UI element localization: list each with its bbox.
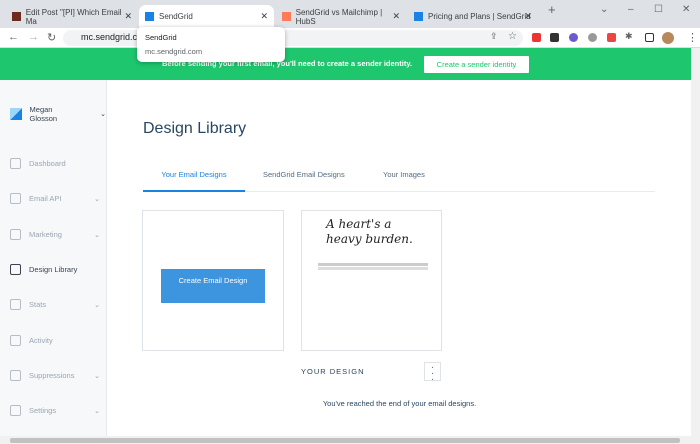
- sidebar-item-email-api[interactable]: Email API ⌄: [10, 193, 100, 204]
- megaphone-icon: [10, 229, 21, 240]
- close-tab-icon[interactable]: ✕: [392, 11, 400, 22]
- back-icon[interactable]: ←: [8, 31, 19, 43]
- nav-label: Settings: [29, 406, 57, 415]
- extension-icon[interactable]: [532, 33, 541, 42]
- nav-label: Stats: [29, 300, 47, 309]
- browser-tab[interactable]: SendGrid vs Mailchimp | HubS ✕: [276, 5, 406, 28]
- design-name: YOUR DESIGN: [301, 367, 365, 376]
- tab-title: SendGrid: [159, 12, 193, 21]
- bookmark-star-icon[interactable]: ☆: [508, 31, 517, 42]
- tab-sendgrid-email-designs[interactable]: SendGrid Email Designs: [263, 170, 345, 179]
- new-tab-icon[interactable]: +: [548, 2, 556, 17]
- menu-kebab-icon[interactable]: ⋮: [687, 31, 698, 44]
- sidebar-item-settings[interactable]: Settings ⌄: [10, 405, 100, 416]
- hover-card-url: mc.sendgrid.com: [145, 47, 203, 56]
- chevron-down-icon: ⌄: [94, 195, 100, 203]
- create-email-design-button[interactable]: Create Email Design: [161, 269, 265, 303]
- nav-label: Marketing: [29, 230, 62, 239]
- browser-tab-active[interactable]: SendGrid ✕: [139, 5, 274, 28]
- tab-title: SendGrid vs Mailchimp | HubS: [295, 7, 383, 26]
- main-content: Design Library Your Email Designs SendGr…: [108, 80, 691, 436]
- extension-icon[interactable]: [569, 33, 578, 42]
- nav-label: Activity: [29, 336, 53, 345]
- vertical-scrollbar[interactable]: [691, 48, 700, 436]
- sendgrid-favicon-icon: [414, 12, 423, 21]
- reload-icon[interactable]: ↻: [47, 31, 56, 44]
- design-tabs: Your Email Designs SendGrid Email Design…: [143, 162, 655, 192]
- tab-title: Edit Post "[PI] Which Email Ma: [25, 7, 122, 26]
- puzzle-extensions-icon[interactable]: ✱: [625, 31, 633, 42]
- browser-tab[interactable]: Edit Post "[PI] Which Email Ma ✕: [6, 5, 138, 28]
- close-tab-icon[interactable]: ✕: [124, 11, 132, 22]
- tab-your-email-designs[interactable]: Your Email Designs: [143, 170, 245, 192]
- create-sender-identity-button[interactable]: Create a sender identity: [424, 56, 529, 73]
- nav-label: Email API: [29, 194, 62, 203]
- design-thumbnail[interactable]: A heart's a heavy burden.: [301, 210, 442, 351]
- extension-icon[interactable]: [607, 33, 616, 42]
- stats-icon: [10, 299, 21, 310]
- suppressions-icon: [10, 370, 21, 381]
- page-title: Design Library: [143, 120, 247, 137]
- sidebar: Megan Glosson ⌄ Dashboard Email API ⌄ Mark…: [0, 80, 107, 436]
- chevron-down-icon: ⌄: [94, 301, 100, 309]
- tab-search-icon[interactable]: ⌄: [600, 4, 608, 15]
- tab-title: Pricing and Plans | SendGrid: [428, 12, 531, 21]
- minimize-icon[interactable]: –: [628, 4, 634, 15]
- address-bar[interactable]: mc.sendgrid.com: [63, 30, 523, 46]
- tab-your-images[interactable]: Your Images: [383, 170, 425, 179]
- end-of-list-message: You've reached the end of your email des…: [322, 399, 477, 408]
- design-preview-text: A heart's a heavy burden.: [326, 217, 413, 246]
- tab-bar: Edit Post "[PI] Which Email Ma ✕ SendGrid…: [0, 0, 700, 28]
- extension-icon[interactable]: [550, 33, 559, 42]
- chevron-down-icon: ⌄: [94, 372, 100, 380]
- horizontal-scrollbar[interactable]: [0, 436, 700, 444]
- settings-icon: [10, 405, 21, 416]
- sendgrid-favicon-icon: [145, 12, 154, 21]
- dashboard-icon: [10, 158, 21, 169]
- activity-icon: [10, 335, 21, 346]
- chevron-down-icon: ⌄: [100, 111, 106, 118]
- maximize-icon[interactable]: ☐: [654, 4, 663, 15]
- nav-label: Suppressions: [29, 371, 75, 380]
- profile-avatar[interactable]: [662, 32, 674, 44]
- create-design-card: Create Email Design: [142, 210, 284, 351]
- sidebar-item-suppressions[interactable]: Suppressions ⌄: [10, 370, 100, 381]
- sidebar-item-activity[interactable]: Activity: [10, 335, 100, 346]
- scrollbar-thumb[interactable]: [10, 438, 680, 443]
- close-tab-icon[interactable]: ✕: [524, 11, 532, 22]
- sidebar-item-dashboard[interactable]: Dashboard: [10, 158, 100, 169]
- sidebar-item-stats[interactable]: Stats ⌄: [10, 299, 100, 310]
- chevron-down-icon: ⌄: [94, 407, 100, 415]
- nav-label: Dashboard: [29, 159, 66, 168]
- sendgrid-logo-icon: [10, 108, 22, 120]
- extension-icon[interactable]: [588, 33, 597, 42]
- hubspot-favicon-icon: [282, 12, 291, 21]
- sidebar-item-marketing[interactable]: Marketing ⌄: [10, 229, 100, 240]
- forward-icon[interactable]: →: [28, 31, 39, 43]
- close-window-icon[interactable]: ✕: [682, 4, 690, 15]
- sender-identity-banner: Before sending your first email, you'll …: [0, 48, 691, 80]
- browser-tab[interactable]: Pricing and Plans | SendGrid ✕: [408, 5, 538, 28]
- tab-hover-card: SendGrid mc.sendgrid.com: [137, 27, 285, 62]
- preview-body-text: [318, 263, 428, 266]
- side-panel-icon[interactable]: [645, 33, 654, 42]
- favicon-icon: [12, 12, 21, 21]
- hover-card-title: SendGrid: [145, 33, 177, 42]
- chevron-down-icon: ⌄: [94, 231, 100, 239]
- user-name: Megan Glosson: [29, 105, 58, 123]
- close-tab-icon[interactable]: ✕: [260, 11, 268, 22]
- nav-label: Design Library: [29, 265, 78, 274]
- design-options-kebab-icon[interactable]: · · ·: [424, 362, 441, 385]
- account-menu[interactable]: Megan Glosson ⌄: [10, 105, 106, 123]
- email-api-icon: [10, 193, 21, 204]
- browser-toolbar: ← → ↻ mc.sendgrid.com ⇪ ☆ ✱ ⋮: [0, 28, 700, 48]
- sidebar-item-design-library[interactable]: Design Library: [10, 264, 100, 275]
- share-icon[interactable]: ⇪: [490, 31, 498, 42]
- design-tools-icon: [10, 264, 21, 275]
